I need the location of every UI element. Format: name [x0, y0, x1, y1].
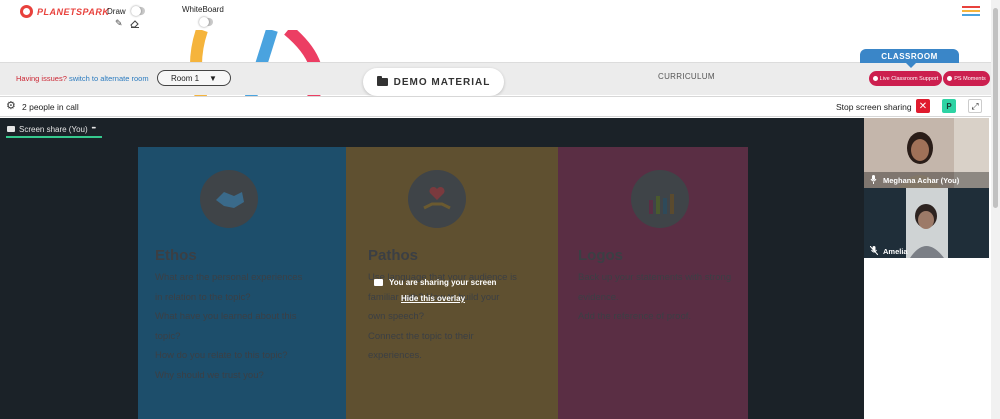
video-tile-self[interactable]: Meghana Achar (You) — [864, 118, 989, 188]
issue-text: Having issues? — [16, 74, 67, 83]
classroom-tab-label: CLASSROOM — [881, 51, 938, 61]
mic-icon[interactable] — [870, 175, 877, 184]
demo-material-label: DEMO MATERIAL — [393, 76, 491, 88]
participant-initial: P — [946, 101, 952, 111]
active-tab-indicator — [6, 136, 102, 138]
participant-name: Meghana Achar (You) — [883, 176, 960, 185]
video-tile-amelia[interactable]: Amelia — [864, 188, 989, 258]
bar-chart-icon — [631, 170, 689, 228]
slide-text-ethos: What are the personal experiences in rel… — [155, 268, 302, 385]
planetspark-logo: PLANETSPARK — [20, 5, 109, 18]
moments-icon — [947, 76, 953, 81]
fullscreen-button[interactable]: ⤢ — [968, 99, 982, 113]
hide-overlay-link[interactable]: Hide this overlay — [401, 294, 465, 303]
classroom-window: PLANETSPARK Draw ✎ WhiteBoard Having iss… — [0, 0, 1000, 419]
handshake-icon — [200, 170, 258, 228]
support-icon — [872, 76, 878, 81]
caret-down-icon: ▼ — [209, 73, 217, 83]
room-select-value: Room 1 — [171, 73, 200, 83]
logo-icon — [20, 5, 33, 18]
stop-sharing-label: Stop screen sharing — [836, 102, 912, 112]
slide-line: own speech? — [368, 311, 424, 322]
slide-title-ethos: Ethos — [155, 247, 197, 264]
page-scrollbar[interactable] — [991, 0, 1000, 419]
issue-notice: Having issues? switch to alternate room — [16, 74, 149, 83]
participant-name: Amelia — [883, 247, 908, 256]
screen-share-tab-label: Screen share (You) — [19, 124, 88, 134]
ps-moments-button[interactable]: PS Moments — [943, 71, 990, 86]
logo-text: PLANETSPARK — [37, 6, 110, 17]
whiteboard-toggle[interactable] — [199, 17, 213, 27]
expand-icon: ⤢ — [971, 100, 979, 111]
folder-icon — [376, 76, 388, 86]
classroom-tab[interactable]: CLASSROOM — [860, 49, 959, 68]
slide-line: What have you learned about this — [155, 311, 297, 322]
pencil-icon[interactable]: ✎ — [115, 19, 123, 28]
close-icon: ✕ — [918, 100, 928, 112]
slide-line: in relation to the topic? — [155, 291, 251, 303]
gear-icon[interactable]: ⚙ — [6, 101, 16, 112]
monitor-icon — [374, 279, 383, 286]
slide-line: What are the personal experiences — [155, 272, 303, 283]
more-options-icon[interactable]: ••• — [92, 126, 96, 132]
draw-toggle[interactable] — [131, 6, 145, 16]
room-select[interactable]: Room 1 ▼ — [157, 70, 231, 86]
slide-text-logos: Back up your statements with strong evid… — [578, 268, 731, 327]
sharing-overlay-message: You are sharing your screen — [374, 278, 496, 287]
slide-title-logos: Logos — [578, 247, 623, 264]
demo-material-button[interactable]: DEMO MATERIAL — [363, 68, 504, 96]
monitor-icon — [7, 126, 15, 132]
eraser-icon[interactable] — [130, 19, 140, 28]
slide-line: Add the reference of proof. — [578, 311, 692, 322]
curriculum-tab[interactable]: CURRICULUM — [658, 72, 715, 81]
slide-line: topic? — [155, 330, 181, 342]
slide-line: Back up your statements with strong — [578, 272, 732, 283]
participant-button[interactable]: P — [942, 99, 956, 113]
slide-line: evidence. — [578, 291, 619, 303]
sharing-overlay-text: You are sharing your screen — [389, 278, 497, 287]
stop-sharing-button[interactable]: ✕ — [916, 99, 930, 113]
live-support-label: Live Classroom Support — [879, 75, 939, 82]
slide-line: Why should we trust you? — [155, 369, 264, 381]
menu-icon[interactable] — [962, 6, 980, 16]
slide-title-pathos: Pathos — [368, 247, 419, 264]
heart-hands-icon — [408, 170, 466, 228]
ps-moments-label: PS Moments — [954, 75, 986, 82]
scrollbar-thumb[interactable] — [993, 8, 998, 208]
slide-line: How do you relate to this topic? — [155, 350, 288, 361]
alternate-room-link[interactable]: switch to alternate room — [69, 74, 149, 83]
slide-line: Connect the topic to their — [368, 330, 474, 342]
live-support-button[interactable]: Live Classroom Support — [869, 71, 942, 86]
mic-muted-icon[interactable] — [870, 246, 878, 255]
screen-share-tab[interactable]: Screen share (You) ••• — [7, 122, 96, 136]
whiteboard-label: WhiteBoard — [182, 5, 224, 14]
draw-label: Draw — [107, 7, 126, 16]
slide-line: experiences. — [368, 350, 422, 361]
people-count: 2 people in call — [22, 102, 79, 112]
